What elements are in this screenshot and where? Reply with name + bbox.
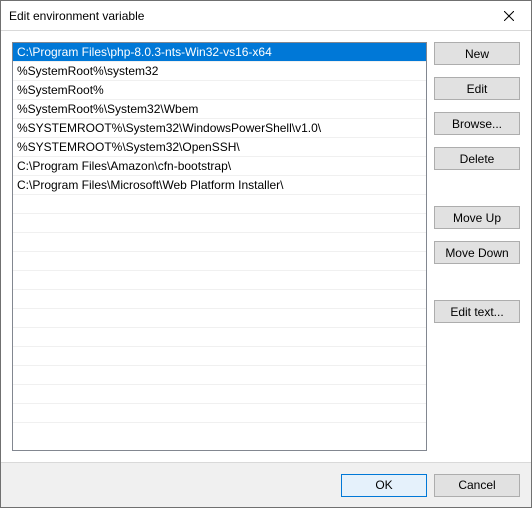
browse-button[interactable]: Browse... bbox=[434, 112, 520, 135]
edit-text-button[interactable]: Edit text... bbox=[434, 300, 520, 323]
list-item bbox=[13, 195, 426, 214]
list-item bbox=[13, 347, 426, 366]
list-item bbox=[13, 404, 426, 423]
list-item bbox=[13, 385, 426, 404]
titlebar: Edit environment variable bbox=[1, 1, 531, 31]
list-item[interactable]: C:\Program Files\php-8.0.3-nts-Win32-vs1… bbox=[13, 43, 426, 62]
dialog-window: Edit environment variable C:\Program Fil… bbox=[0, 0, 532, 508]
edit-button[interactable]: Edit bbox=[434, 77, 520, 100]
titlebar-title: Edit environment variable bbox=[9, 9, 144, 23]
dialog-content: C:\Program Files\php-8.0.3-nts-Win32-vs1… bbox=[1, 31, 531, 462]
list-item[interactable]: C:\Program Files\Amazon\cfn-bootstrap\ bbox=[13, 157, 426, 176]
close-icon bbox=[504, 11, 514, 21]
dialog-footer: OK Cancel bbox=[1, 462, 531, 507]
list-item bbox=[13, 309, 426, 328]
new-button[interactable]: New bbox=[434, 42, 520, 65]
ok-button[interactable]: OK bbox=[341, 474, 427, 497]
move-up-button[interactable]: Move Up bbox=[434, 206, 520, 229]
list-item[interactable]: C:\Program Files\Microsoft\Web Platform … bbox=[13, 176, 426, 195]
list-item bbox=[13, 214, 426, 233]
list-item[interactable]: %SYSTEMROOT%\System32\OpenSSH\ bbox=[13, 138, 426, 157]
close-button[interactable] bbox=[486, 1, 531, 30]
list-item bbox=[13, 290, 426, 309]
list-item bbox=[13, 252, 426, 271]
list-item bbox=[13, 366, 426, 385]
list-item[interactable]: %SystemRoot%\system32 bbox=[13, 62, 426, 81]
move-down-button[interactable]: Move Down bbox=[434, 241, 520, 264]
cancel-button[interactable]: Cancel bbox=[434, 474, 520, 497]
list-item bbox=[13, 233, 426, 252]
list-item[interactable]: %SystemRoot% bbox=[13, 81, 426, 100]
list-item bbox=[13, 328, 426, 347]
side-button-panel: New Edit Browse... Delete Move Up Move D… bbox=[434, 42, 520, 451]
delete-button[interactable]: Delete bbox=[434, 147, 520, 170]
path-listbox[interactable]: C:\Program Files\php-8.0.3-nts-Win32-vs1… bbox=[12, 42, 427, 451]
list-item[interactable]: %SystemRoot%\System32\Wbem bbox=[13, 100, 426, 119]
list-item bbox=[13, 271, 426, 290]
list-item[interactable]: %SYSTEMROOT%\System32\WindowsPowerShell\… bbox=[13, 119, 426, 138]
